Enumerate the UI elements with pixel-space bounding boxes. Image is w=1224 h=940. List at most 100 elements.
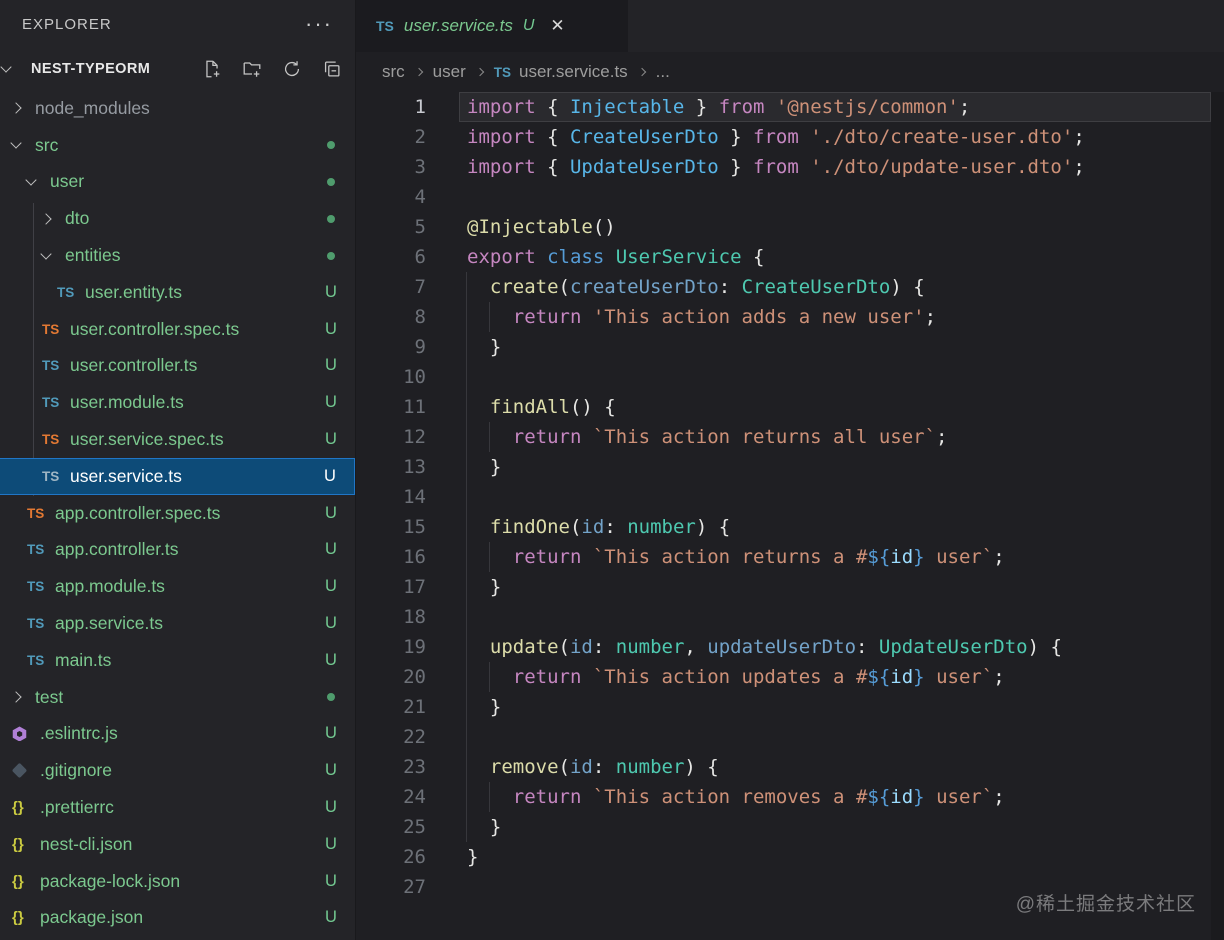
collapse-all-icon[interactable] [321,58,343,80]
close-icon[interactable]: ✕ [550,16,564,36]
tree-item-user.controller.spec.ts[interactable]: TSuser.controller.spec.tsU [0,311,355,348]
breadcrumb-item-...[interactable]: ... [656,62,670,82]
json-icon: {} [12,799,38,816]
tree-item-label: main.ts [55,650,111,671]
tree-item-.gitignore[interactable]: .gitignoreU [0,752,355,789]
breadcrumb-item-src[interactable]: src [382,62,405,82]
tree-item-.eslintrc.js[interactable]: .eslintrc.jsU [0,716,355,753]
line-content: } [426,456,501,478]
tree-item-dto[interactable]: dto [0,200,355,237]
tree-item-nest-cli.json[interactable]: {}nest-cli.json U [0,826,355,863]
explorer-sidebar: EXPLORER ··· NEST-TYPEORM node_modulessr… [0,0,355,940]
code-line-18[interactable]: 18 [356,602,1224,632]
code-line-12[interactable]: 12 return `This action returns all user`… [356,422,1224,452]
code-line-7[interactable]: 7 create(createUserDto: CreateUserDto) { [356,272,1224,302]
code-line-6[interactable]: 6export class UserService { [356,242,1224,272]
tree-item-label: .gitignore [40,760,112,781]
code-line-26[interactable]: 26} [356,842,1224,872]
new-file-icon[interactable] [201,58,223,80]
code-line-9[interactable]: 9 } [356,332,1224,362]
tree-item-label: dto [65,208,89,229]
editor-region: TS user.service.ts U ✕ src user TSuser.ser… [355,0,1224,940]
tree-item-app.controller.spec.ts[interactable]: TSapp.controller.spec.tsU [0,495,355,532]
tree-item-package.json[interactable]: {}package.jsonU [0,900,355,937]
line-content [426,726,467,748]
tree-item-main.ts[interactable]: TSmain.tsU [0,642,355,679]
code-line-8[interactable]: 8 return 'This action adds a new user'; [356,302,1224,332]
code-line-21[interactable]: 21 } [356,692,1224,722]
code-line-23[interactable]: 23 remove(id: number) { [356,752,1224,782]
code-line-19[interactable]: 19 update(id: number, updateUserDto: Upd… [356,632,1224,662]
tree-item-label: entities [65,245,120,266]
tree-item-app.module.ts[interactable]: TSapp.module.tsU [0,568,355,605]
git-untracked-badge: U [321,835,341,854]
git-untracked-badge: U [321,577,341,596]
code-line-13[interactable]: 13 } [356,452,1224,482]
git-untracked-badge: U [321,283,341,302]
line-number: 25 [356,812,426,842]
line-content: import { UpdateUserDto } from './dto/upd… [426,156,1085,178]
line-number: 16 [356,542,426,572]
tree-item-label: user.controller.ts [70,355,197,376]
code-line-20[interactable]: 20 return `This action updates a #${id} … [356,662,1224,692]
code-line-3[interactable]: 3import { UpdateUserDto } from './dto/up… [356,152,1224,182]
tab-user-service[interactable]: TS user.service.ts U ✕ [356,0,628,52]
code-line-24[interactable]: 24 return `This action removes a #${id} … [356,782,1224,812]
line-number: 21 [356,692,426,722]
tree-item-user.controller.ts[interactable]: TSuser.controller.tsU [0,348,355,385]
tree-item-entities[interactable]: entities [0,237,355,274]
line-number: 24 [356,782,426,812]
code-line-5[interactable]: 5@Injectable() [356,212,1224,242]
line-number: 22 [356,722,426,752]
refresh-icon[interactable] [281,58,303,80]
tree-item-user.module.ts[interactable]: TSuser.module.tsU [0,384,355,421]
code-line-25[interactable]: 25 } [356,812,1224,842]
tree-item-label: .prettierrc [40,797,114,818]
tree-item-label: nest-cli.json [40,834,132,855]
code-line-10[interactable]: 10 [356,362,1224,392]
line-content: return `This action returns a #${id} use… [426,546,1005,568]
tree-item-package-lock.json[interactable]: {}package-lock.jsonU [0,863,355,900]
line-number: 26 [356,842,426,872]
tree-item-user.service.ts[interactable]: TSuser.service.tsU [0,458,355,495]
git-untracked-badge: U [321,724,341,743]
line-number: 19 [356,632,426,662]
line-number: 10 [356,362,426,392]
line-number: 20 [356,662,426,692]
breadcrumb-item-user.service.ts[interactable]: TSuser.service.ts [494,62,628,82]
code-line-22[interactable]: 22 [356,722,1224,752]
scrollbar[interactable] [1211,92,1224,940]
tree-item-label: user [50,171,84,192]
line-number: 13 [356,452,426,482]
code-line-15[interactable]: 15 findOne(id: number) { [356,512,1224,542]
code-line-16[interactable]: 16 return `This action returns a #${id} … [356,542,1224,572]
tree-item-app.service.ts[interactable]: TSapp.service.tsU [0,605,355,642]
line-number: 2 [356,122,426,152]
json-icon: {} [12,836,38,853]
more-actions-icon[interactable]: ··· [305,19,333,29]
tree-item-user.entity.ts[interactable]: TSuser.entity.tsU [0,274,355,311]
tree-item-node_modules[interactable]: node_modules [0,90,355,127]
breadcrumb-item-user[interactable]: user [433,62,466,82]
line-number: 5 [356,212,426,242]
tree-item-app.controller.ts[interactable]: TSapp.controller.tsU [0,532,355,569]
new-folder-icon[interactable] [241,58,263,80]
code-line-11[interactable]: 11 findAll() { [356,392,1224,422]
chevron-down-icon[interactable] [0,61,11,72]
tree-item-.prettierrc[interactable]: {}.prettierrcU [0,789,355,826]
tree-item-user[interactable]: user [0,164,355,201]
tree-item-test[interactable]: test [0,679,355,716]
chevron-right-icon [10,691,21,702]
code-line-14[interactable]: 14 [356,482,1224,512]
tree-item-user.service.spec.ts[interactable]: TSuser.service.spec.tsU [0,421,355,458]
tab-bar: TS user.service.ts U ✕ [356,0,1224,52]
code-line-17[interactable]: 17 } [356,572,1224,602]
line-content: return `This action removes a #${id} use… [426,786,1005,808]
code-editor[interactable]: 1import { Injectable } from '@nestjs/com… [356,92,1224,940]
code-line-2[interactable]: 2import { CreateUserDto } from './dto/cr… [356,122,1224,152]
code-line-1[interactable]: 1import { Injectable } from '@nestjs/com… [356,92,1224,122]
ts-blue-icon: TS [42,469,68,484]
tree-item-src[interactable]: src [0,127,355,164]
code-line-4[interactable]: 4 [356,182,1224,212]
workspace-section-header[interactable]: NEST-TYPEORM [0,48,355,90]
